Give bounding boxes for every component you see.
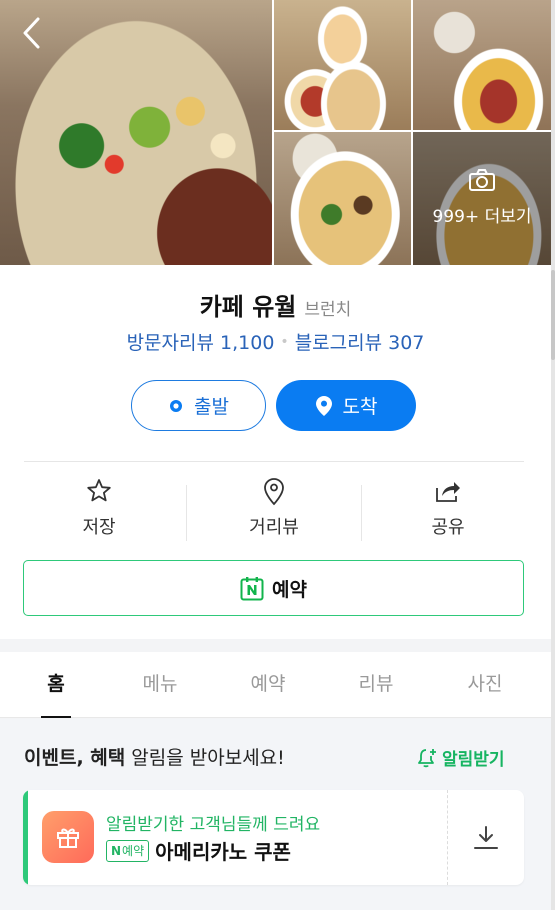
coupon-main-row: N 예약 아메리카노 쿠폰: [106, 836, 291, 865]
more-photos-label: 999+ 더보기: [432, 207, 532, 227]
coupon-download-button[interactable]: [448, 790, 524, 885]
tab-reviews[interactable]: 리뷰: [322, 652, 430, 718]
departure-dot-icon: [168, 398, 184, 414]
share-label: 공유: [431, 517, 465, 538]
scrollbar[interactable]: [551, 0, 555, 910]
active-tab-indicator: [41, 716, 71, 718]
share-icon: [373, 477, 523, 507]
save-button[interactable]: 저장: [24, 477, 174, 547]
photo-thumb-4[interactable]: 999+ 더보기: [413, 132, 551, 265]
visitor-reviews-link[interactable]: 방문자리뷰 1,100: [127, 332, 275, 354]
share-button[interactable]: 공유: [373, 477, 523, 547]
notice-title-rest: 알림을 받아보세요!: [125, 747, 285, 769]
star-icon: [24, 477, 174, 507]
photo-gallery: 999+ 더보기: [0, 0, 551, 265]
reserve-label: 예약: [272, 578, 307, 601]
arrival-button[interactable]: 도착: [276, 380, 416, 431]
reserve-button[interactable]: 예약: [23, 560, 524, 616]
photo-thumb-2[interactable]: [413, 0, 551, 130]
distance-view-label: 거리뷰: [249, 517, 299, 538]
scrollbar-thumb[interactable]: [551, 270, 555, 360]
chevron-left-icon: [23, 17, 40, 49]
coupon-subtitle: 알림받기한 고객님들께 드려요: [106, 815, 321, 835]
notify-button[interactable]: 알림받기: [416, 745, 505, 770]
camera-icon: [413, 168, 551, 196]
place-category: 브런치: [304, 300, 352, 320]
review-links: 방문자리뷰 1,100 • 블로그리뷰 307: [0, 328, 551, 355]
tab-menu[interactable]: 메뉴: [106, 652, 214, 718]
gift-icon: [42, 811, 94, 863]
arrival-label: 도착: [342, 396, 378, 418]
back-button[interactable]: [16, 14, 50, 52]
tab-reservation[interactable]: 예약: [214, 652, 322, 718]
tab-photos[interactable]: 사진: [431, 652, 539, 718]
photo-thumb-3[interactable]: [274, 132, 411, 265]
action-separator: [186, 485, 187, 541]
location-pin-icon: [315, 395, 333, 417]
departure-label: 출발: [194, 396, 229, 418]
notice-title-bold: 이벤트, 혜택: [24, 747, 126, 769]
action-separator: [361, 485, 362, 541]
tab-bar: 홈 메뉴 예약 리뷰 사진: [0, 652, 551, 718]
action-bar: 저장 거리뷰 공유: [24, 477, 524, 547]
naver-calendar-icon: [240, 576, 264, 601]
bell-plus-icon: [418, 748, 436, 767]
notify-label: 알림받기: [442, 750, 505, 770]
badge-n: N: [111, 843, 122, 858]
coupon-name: 아메리카노 쿠폰: [155, 840, 291, 864]
badge-text: 예약: [122, 844, 145, 858]
naver-reserve-badge: N 예약: [106, 839, 150, 862]
departure-button[interactable]: 출발: [131, 380, 266, 431]
blog-reviews-link[interactable]: 블로그리뷰 307: [295, 332, 425, 354]
divider: [24, 461, 524, 462]
coupon-accent-bar: [23, 790, 28, 885]
tab-home[interactable]: 홈: [2, 652, 110, 718]
place-info-card: 카페 유월 브런치 방문자리뷰 1,100 • 블로그리뷰 307 출발 도착 저장 …: [0, 265, 551, 639]
more-photos-button[interactable]: 999+ 더보기: [413, 168, 551, 227]
event-notice-section: 이벤트, 혜택 알림을 받아보세요! 알림받기 알림받기한 고객님들께 드려요 …: [0, 719, 551, 910]
place-name: 카페 유월: [199, 293, 297, 321]
distance-view-button[interactable]: 거리뷰: [199, 477, 349, 547]
map-pin-icon: [199, 477, 349, 507]
coupon-card[interactable]: 알림받기한 고객님들께 드려요 N 예약 아메리카노 쿠폰: [23, 790, 524, 885]
notice-title: 이벤트, 혜택 알림을 받아보세요!: [24, 743, 285, 770]
download-icon: [474, 825, 498, 849]
separator-dot: •: [280, 334, 289, 350]
save-label: 저장: [82, 517, 116, 538]
photo-thumb-1[interactable]: [274, 0, 411, 130]
title-row: 카페 유월 브런치: [0, 287, 551, 322]
